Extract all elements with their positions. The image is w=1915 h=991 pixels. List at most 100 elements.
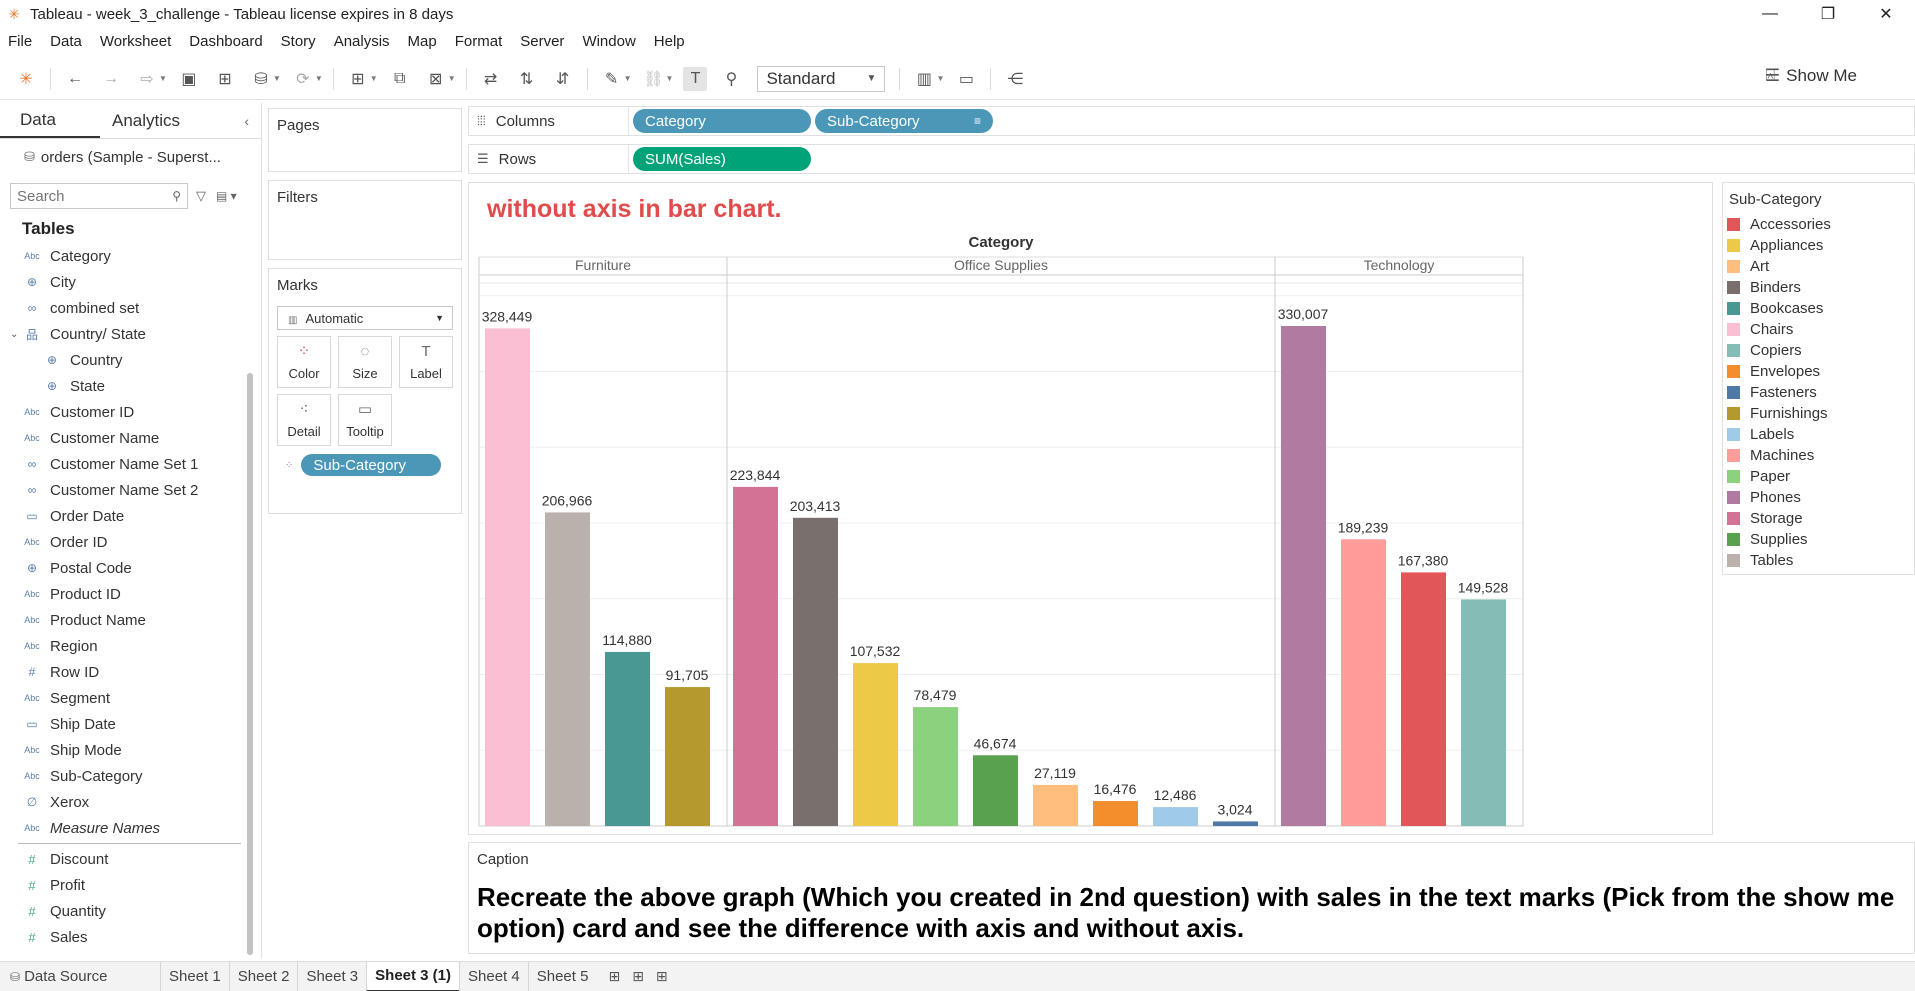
data-source-tab[interactable]: ⛁ Data Source	[0, 968, 160, 985]
legend-item-chairs[interactable]: Chairs	[1727, 319, 1914, 340]
tooltip-button[interactable]: ▭ Tooltip	[338, 394, 392, 446]
replay-icon[interactable]: ⇨	[135, 67, 159, 91]
menu-story[interactable]: Story	[281, 33, 316, 50]
field-profit[interactable]: # Profit	[0, 872, 261, 898]
tab-sheet-2[interactable]: Sheet 2	[228, 961, 298, 991]
category-column-pill[interactable]: Category	[633, 109, 811, 133]
group-dropdown-icon[interactable]: ▼	[666, 74, 674, 83]
pages-card[interactable]: Pages	[268, 108, 462, 172]
field-ship-mode[interactable]: Abc Ship Mode	[0, 737, 261, 763]
detail-button[interactable]: ⁖ Detail	[277, 394, 331, 446]
share-icon[interactable]: ⋲	[1003, 67, 1027, 91]
group-members-icon[interactable]: ⛓	[642, 67, 666, 91]
field-quantity[interactable]: # Quantity	[0, 898, 261, 924]
menu-data[interactable]: Data	[50, 33, 82, 50]
tab-sheet-4[interactable]: Sheet 4	[459, 961, 528, 991]
field-sub-category[interactable]: Abc Sub-Category	[0, 763, 261, 789]
tab-sheet-5[interactable]: Sheet 5	[527, 961, 597, 991]
duplicate-sheet-icon[interactable]: ⧉	[388, 67, 412, 91]
legend-item-furnishings[interactable]: Furnishings	[1727, 403, 1914, 424]
new-worksheet-icon[interactable]: ⊞	[608, 968, 620, 985]
tableau-home-icon[interactable]: ✳	[14, 67, 38, 91]
menu-dashboard[interactable]: Dashboard	[189, 33, 262, 50]
legend-item-machines[interactable]: Machines	[1727, 445, 1914, 466]
tab-sheet-3[interactable]: Sheet 3	[297, 961, 366, 991]
new-worksheet-dropdown-icon[interactable]: ▼	[370, 74, 378, 83]
field-customer-name-set-2[interactable]: ∞ Customer Name Set 2	[0, 477, 261, 503]
legend-item-supplies[interactable]: Supplies	[1727, 529, 1914, 550]
legend-item-labels[interactable]: Labels	[1727, 424, 1914, 445]
search-icon[interactable]: ⚲	[172, 189, 181, 203]
presentation-mode-icon[interactable]: ▭	[954, 67, 978, 91]
menu-server[interactable]: Server	[520, 33, 564, 50]
field-postal-code[interactable]: ⊕ Postal Code	[0, 555, 261, 581]
field-customer-name-set-1[interactable]: ∞ Customer Name Set 1	[0, 451, 261, 477]
menu-map[interactable]: Map	[408, 33, 437, 50]
pause-updates-icon[interactable]: ⛁	[249, 67, 273, 91]
filter-icon[interactable]: ▽	[196, 188, 206, 204]
field-country-state[interactable]: ⌄ 品 Country/ State	[0, 321, 261, 347]
field-state[interactable]: ⊕ State	[0, 373, 261, 399]
swap-rows-columns-icon[interactable]: ⇄	[479, 67, 503, 91]
show-cards-dropdown-icon[interactable]: ▼	[936, 74, 944, 83]
fit-select[interactable]: Standard ▼	[757, 65, 886, 92]
save-icon[interactable]: ▣	[177, 67, 201, 91]
clear-dropdown-icon[interactable]: ▼	[448, 74, 456, 83]
sub-category-color-pill[interactable]: Sub-Category	[301, 454, 442, 476]
legend-item-fasteners[interactable]: Fasteners	[1727, 382, 1914, 403]
mark-type-select[interactable]: ▥ Automatic ▼	[277, 306, 453, 330]
field-category[interactable]: Abc Category	[0, 243, 261, 269]
legend-item-tables[interactable]: Tables	[1727, 550, 1914, 571]
sort-descending-icon[interactable]: ⇵	[551, 67, 575, 91]
restore-button[interactable]: ❐	[1799, 0, 1857, 28]
search-input[interactable]	[17, 187, 157, 205]
field-customer-id[interactable]: Abc Customer ID	[0, 399, 261, 425]
field-segment[interactable]: Abc Segment	[0, 685, 261, 711]
legend-item-paper[interactable]: Paper	[1727, 466, 1914, 487]
menu-format[interactable]: Format	[455, 33, 503, 50]
field-product-id[interactable]: Abc Product ID	[0, 581, 261, 607]
tab-sheet-3-1[interactable]: Sheet 3 (1)	[366, 961, 460, 991]
legend-item-accessories[interactable]: Accessories	[1727, 214, 1914, 235]
field-xerox[interactable]: ∅ Xerox	[0, 789, 261, 815]
new-story-icon[interactable]: ⊞	[656, 968, 668, 985]
close-button[interactable]: ✕	[1857, 0, 1915, 28]
field-product-name[interactable]: Abc Product Name	[0, 607, 261, 633]
data-pane-scrollbar[interactable]	[247, 373, 253, 955]
show-me-button[interactable]: ☰ Show Me	[1765, 66, 1857, 86]
field-measure-names[interactable]: Abc Measure Names	[0, 815, 261, 841]
menu-analysis[interactable]: Analysis	[334, 33, 390, 50]
new-datasource-icon[interactable]: ⊞	[213, 67, 237, 91]
menu-worksheet[interactable]: Worksheet	[100, 33, 171, 50]
clear-sheet-icon[interactable]: ⊠	[424, 67, 448, 91]
sub-category-column-pill[interactable]: Sub-Category ≡	[815, 109, 993, 133]
size-button[interactable]: ◌ Size	[338, 336, 392, 388]
legend-item-phones[interactable]: Phones	[1727, 487, 1914, 508]
legend-item-bookcases[interactable]: Bookcases	[1727, 298, 1914, 319]
field-order-date[interactable]: ▭ Order Date	[0, 503, 261, 529]
sum-sales-row-pill[interactable]: SUM(Sales)	[633, 147, 811, 171]
pause-dropdown-icon[interactable]: ▼	[273, 74, 281, 83]
tab-analytics[interactable]: Analytics	[100, 103, 200, 138]
label-button[interactable]: T Label	[399, 336, 453, 388]
replay-dropdown-icon[interactable]: ▼	[159, 74, 167, 83]
redo-icon[interactable]: →	[99, 67, 123, 91]
field-country[interactable]: ⊕ Country	[0, 347, 261, 373]
show-mark-labels-icon[interactable]: T	[683, 66, 708, 91]
menu-file[interactable]: File	[8, 33, 32, 50]
menu-help[interactable]: Help	[654, 33, 685, 50]
filters-card[interactable]: Filters	[268, 180, 462, 260]
legend-item-appliances[interactable]: Appliances	[1727, 235, 1914, 256]
new-dashboard-icon[interactable]: ⊞	[632, 968, 644, 985]
highlight-dropdown-icon[interactable]: ▼	[624, 74, 632, 83]
show-cards-icon[interactable]: ▥	[912, 67, 936, 91]
menu-window[interactable]: Window	[582, 33, 635, 50]
highlight-icon[interactable]: ✎	[600, 67, 624, 91]
color-button[interactable]: ⁘ Color	[277, 336, 331, 388]
field-discount[interactable]: # Discount	[0, 846, 261, 872]
tab-sheet-1[interactable]: Sheet 1	[160, 961, 229, 991]
view-options-icon[interactable]: ▤ ▾	[216, 189, 237, 203]
field-row-id[interactable]: # Row ID	[0, 659, 261, 685]
field-ship-date[interactable]: ▭ Ship Date	[0, 711, 261, 737]
undo-icon[interactable]: ←	[63, 67, 87, 91]
